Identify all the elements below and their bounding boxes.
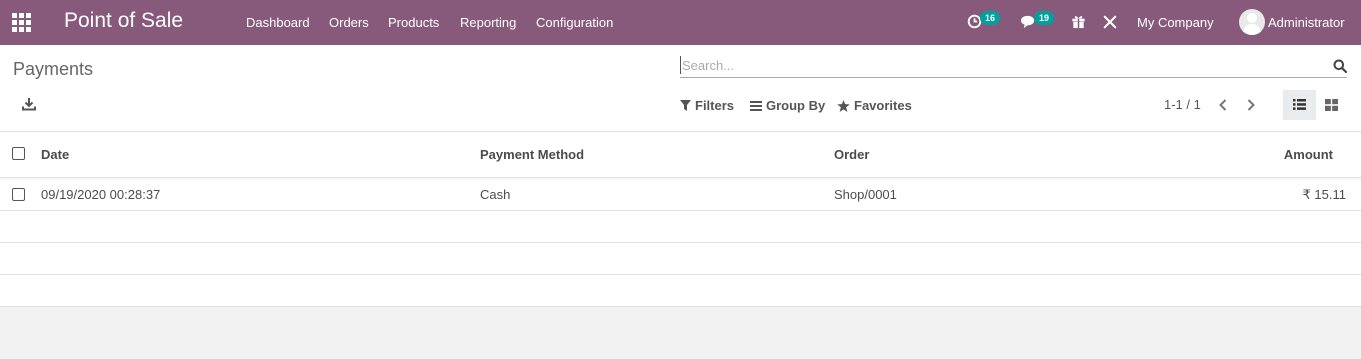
download-icon[interactable] [22, 97, 36, 111]
page-title: Payments [13, 59, 94, 79]
group-by-button[interactable]: Group By [750, 98, 825, 113]
menu-configuration[interactable]: Configuration [536, 15, 613, 30]
empty-row [0, 243, 1361, 275]
pager-next-icon[interactable] [1246, 98, 1258, 112]
kanban-view-button[interactable] [1318, 90, 1346, 120]
apps-menu-icon[interactable] [12, 13, 31, 32]
cell-payment-method: Cash [480, 187, 511, 202]
table-row[interactable]: 09/19/2020 00:28:37 Cash Shop/0001 ₹ 15.… [0, 178, 1361, 211]
column-header-payment-method[interactable]: Payment Method [480, 147, 584, 162]
group-by-icon [750, 100, 762, 111]
filters-label: Filters [695, 98, 735, 113]
activity-count-badge: 16 [980, 11, 1001, 25]
list-view-icon [1293, 99, 1306, 110]
user-menu[interactable]: Administrator [1268, 15, 1345, 30]
messages-count-badge: 19 [1034, 11, 1055, 25]
menu-orders[interactable]: Orders [329, 15, 369, 30]
user-avatar[interactable] [1239, 9, 1265, 35]
column-header-amount[interactable]: Amount [1284, 147, 1333, 162]
search-input[interactable] [680, 56, 1320, 74]
favorites-label: Favorites [854, 98, 912, 113]
column-header-order[interactable]: Order [834, 147, 869, 162]
cell-order: Shop/0001 [834, 187, 897, 202]
column-header-date[interactable]: Date [41, 147, 69, 162]
company-switcher[interactable]: My Company [1137, 15, 1214, 30]
app-title: Point of Sale [64, 9, 184, 32]
pager-value[interactable]: 1-1 / 1 [1164, 97, 1201, 112]
tools-icon[interactable] [1103, 15, 1117, 34]
list-view-button[interactable] [1283, 90, 1316, 120]
cell-amount: ₹ 15.11 [1302, 187, 1346, 202]
payments-table: Date Payment Method Order Amount 09/19/2… [0, 132, 1361, 307]
search-box [680, 54, 1348, 78]
gift-icon[interactable] [1071, 14, 1086, 34]
control-panel: Payments Filters Group By Favorites 1-1 … [0, 45, 1361, 132]
search-icon[interactable] [1333, 59, 1348, 74]
group-by-label: Group By [766, 98, 826, 113]
empty-row [0, 211, 1361, 243]
menu-products[interactable]: Products [388, 15, 439, 30]
empty-row [0, 275, 1361, 307]
kanban-view-icon [1325, 99, 1338, 111]
pager-previous-icon[interactable] [1218, 98, 1230, 112]
cell-date: 09/19/2020 00:28:37 [41, 187, 161, 202]
filters-button[interactable]: Filters [680, 98, 734, 113]
select-all-checkbox[interactable] [12, 147, 25, 160]
table-header: Date Payment Method Order Amount [0, 132, 1361, 178]
row-checkbox[interactable] [12, 188, 25, 201]
top-navbar: Point of Sale Dashboard Orders Products … [0, 0, 1361, 45]
filter-icon [680, 100, 691, 111]
menu-dashboard[interactable]: Dashboard [246, 15, 310, 30]
menu-reporting[interactable]: Reporting [460, 15, 516, 30]
favorites-button[interactable]: Favorites [837, 98, 912, 113]
star-icon [837, 99, 850, 112]
